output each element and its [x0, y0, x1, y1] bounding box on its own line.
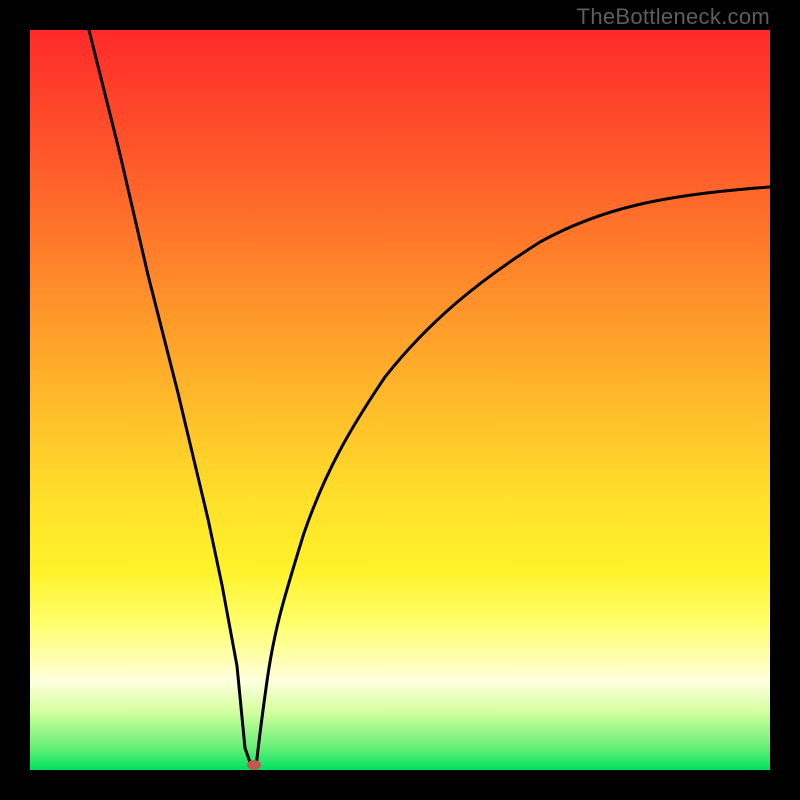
- watermark-label: TheBottleneck.com: [577, 4, 770, 30]
- curve-left-branch: [89, 30, 252, 768]
- plot-area: [30, 30, 770, 770]
- curve-right-branch: [256, 187, 770, 768]
- bottleneck-curve: [30, 30, 770, 770]
- minimum-marker: [247, 760, 261, 770]
- chart-frame: TheBottleneck.com: [0, 0, 800, 800]
